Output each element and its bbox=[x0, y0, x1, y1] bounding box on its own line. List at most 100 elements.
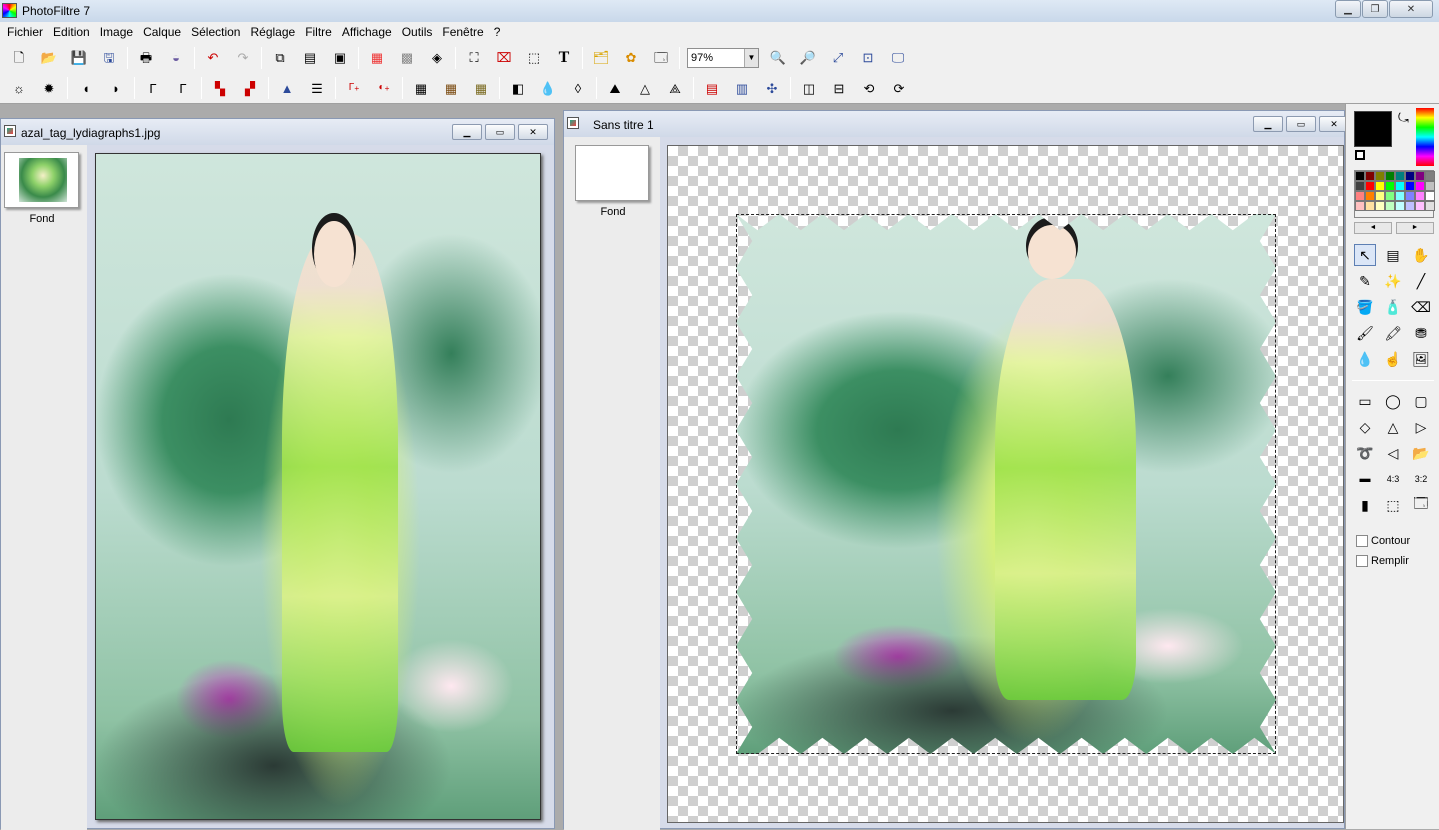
menu-fenetre[interactable]: Fenêtre bbox=[437, 25, 488, 39]
palette-swatch[interactable] bbox=[1405, 181, 1415, 191]
menu-selection[interactable]: Sélection bbox=[186, 25, 245, 39]
palette-swatch[interactable] bbox=[1355, 181, 1365, 191]
palette-swatch[interactable] bbox=[1405, 171, 1415, 181]
palette-swatch[interactable] bbox=[1365, 191, 1375, 201]
text-icon[interactable]: T bbox=[552, 46, 576, 70]
blur-icon[interactable]: ◧ bbox=[506, 76, 530, 100]
document-title-bar[interactable]: Sans titre 1 ▁ ▭ ✕ bbox=[564, 111, 1349, 137]
accent-icon[interactable]: △ bbox=[633, 76, 657, 100]
saturation-up-icon[interactable]: ▞ bbox=[238, 76, 262, 100]
palette-swatch[interactable] bbox=[1405, 201, 1415, 211]
rotate-left-icon[interactable]: ⟲ bbox=[857, 76, 881, 100]
fill-bucket-tool-icon[interactable]: 🪣 bbox=[1354, 296, 1376, 318]
save-as-icon[interactable]: 🖫 bbox=[97, 46, 121, 70]
gamma-up-icon[interactable]: Γ bbox=[171, 76, 195, 100]
actual-size-icon[interactable]: ⊡ bbox=[856, 46, 880, 70]
restore-button[interactable]: ❐ bbox=[1362, 0, 1388, 18]
curves-icon[interactable]: ☰ bbox=[305, 76, 329, 100]
emboss-icon[interactable]: ⛰ bbox=[603, 76, 627, 100]
reset-colors-icon[interactable] bbox=[1355, 150, 1365, 160]
soften-icon[interactable]: 💧 bbox=[536, 76, 560, 100]
copy-image-icon[interactable]: ⧉ bbox=[268, 46, 292, 70]
flip-horizontal-icon[interactable]: ◫ bbox=[797, 76, 821, 100]
ratio-vertical-icon[interactable]: ▮ bbox=[1354, 494, 1376, 516]
menu-help[interactable]: ? bbox=[489, 25, 506, 39]
selection-settings-icon[interactable]: 🗔 bbox=[1410, 494, 1432, 516]
diamond-shape-icon[interactable]: ◇ bbox=[1354, 416, 1376, 438]
ratio-4-3-icon[interactable]: 4:3 bbox=[1382, 468, 1404, 490]
auto-contrast-icon[interactable]: ◐ + bbox=[372, 76, 396, 100]
eyedropper-tool-icon[interactable]: ✎ bbox=[1354, 270, 1376, 292]
magic-wand-tool-icon[interactable]: ✨ bbox=[1382, 270, 1404, 292]
smudge-tool-icon[interactable]: ☝ bbox=[1382, 348, 1404, 370]
contrast-up-icon[interactable]: ◗ bbox=[104, 76, 128, 100]
menu-affichage[interactable]: Affichage bbox=[337, 25, 397, 39]
selection-marquee[interactable] bbox=[736, 214, 1276, 754]
gradient-icon[interactable]: ▦ bbox=[365, 46, 389, 70]
palette-swatch[interactable] bbox=[1375, 191, 1385, 201]
palette-swatch[interactable] bbox=[1355, 201, 1365, 211]
menu-edition[interactable]: Edition bbox=[48, 25, 95, 39]
fill-checkbox[interactable]: Remplir bbox=[1356, 555, 1409, 567]
levels-icon[interactable]: ▲ bbox=[275, 76, 299, 100]
undo-icon[interactable]: ↶ bbox=[201, 46, 225, 70]
crop-icon[interactable]: ⛶ bbox=[462, 46, 486, 70]
palette-swatch[interactable] bbox=[1415, 171, 1425, 181]
rotate-right-icon[interactable]: ⟳ bbox=[887, 76, 911, 100]
doc-minimize-button[interactable]: ▁ bbox=[452, 124, 482, 140]
zoom-out-icon[interactable]: 🔎 bbox=[796, 46, 820, 70]
zoom-select[interactable]: 97% ▼ bbox=[687, 47, 759, 68]
polygon-shape-icon[interactable]: ◁ bbox=[1382, 442, 1404, 464]
color-palette[interactable] bbox=[1354, 170, 1435, 218]
blur-tool-icon[interactable]: 💧 bbox=[1354, 348, 1376, 370]
paste-new-icon[interactable]: ▣ bbox=[328, 46, 352, 70]
variations-icon[interactable]: ✣ bbox=[760, 76, 784, 100]
color-filter-icon[interactable]: ▦ bbox=[469, 76, 493, 100]
stamp-tool-icon[interactable]: ⛃ bbox=[1410, 322, 1432, 344]
zoom-in-icon[interactable]: 🔍 bbox=[766, 46, 790, 70]
swap-colors-icon[interactable]: ⤿ bbox=[1398, 110, 1409, 126]
contrast-down-icon[interactable]: ◖ bbox=[74, 76, 98, 100]
foreground-color-swatch[interactable] bbox=[1354, 111, 1392, 147]
line-tool-icon[interactable]: ╱ bbox=[1410, 270, 1432, 292]
document-title-bar[interactable]: azal_tag_lydiagraphs1.jpg ▁ ▭ ✕ bbox=[1, 119, 554, 145]
doc-maximize-button[interactable]: ▭ bbox=[485, 124, 515, 140]
eraser-tool-icon[interactable]: ⌫ bbox=[1410, 296, 1432, 318]
doc-minimize-button[interactable]: ▁ bbox=[1253, 116, 1283, 132]
ratio-free-icon[interactable]: ▬ bbox=[1354, 468, 1376, 490]
palette-swatch[interactable] bbox=[1375, 181, 1385, 191]
ratio-3-2-icon[interactable]: 3:2 bbox=[1410, 468, 1432, 490]
rectangle-shape-icon[interactable]: ▭ bbox=[1354, 390, 1376, 412]
palette-swatch[interactable] bbox=[1425, 201, 1435, 211]
menu-reglage[interactable]: Réglage bbox=[245, 25, 300, 39]
palette-swatch[interactable] bbox=[1415, 191, 1425, 201]
new-file-icon[interactable]: 🗋 bbox=[7, 46, 31, 70]
doc-maximize-button[interactable]: ▭ bbox=[1286, 116, 1316, 132]
selection-icon[interactable]: ⬚ bbox=[522, 46, 546, 70]
palette-swatch[interactable] bbox=[1385, 191, 1395, 201]
layer-thumbnail[interactable] bbox=[4, 152, 79, 208]
explorer-icon[interactable]: 🗂 bbox=[589, 46, 613, 70]
palette-swatch[interactable] bbox=[1385, 181, 1395, 191]
palette-swatch[interactable] bbox=[1365, 201, 1375, 211]
brush-tool-icon[interactable]: 🖌 bbox=[1354, 322, 1376, 344]
palette-swatch[interactable] bbox=[1375, 201, 1385, 211]
sepia-icon[interactable]: ▦ bbox=[439, 76, 463, 100]
fullscreen-icon[interactable]: 🖵 bbox=[886, 46, 910, 70]
fill-checkbox-box[interactable] bbox=[1356, 555, 1368, 567]
palette-swatch[interactable] bbox=[1385, 201, 1395, 211]
pointer-tool-icon[interactable]: ↖ bbox=[1354, 244, 1376, 266]
brightness-down-icon[interactable]: ☼ bbox=[7, 76, 31, 100]
palette-swatch[interactable] bbox=[1425, 191, 1435, 201]
palette-swatch[interactable] bbox=[1355, 191, 1365, 201]
window-icon[interactable]: 🗔 bbox=[649, 46, 673, 70]
menu-filtre[interactable]: Filtre bbox=[300, 25, 337, 39]
menu-image[interactable]: Image bbox=[95, 25, 138, 39]
paste-image-icon[interactable]: ▤ bbox=[298, 46, 322, 70]
image-canvas[interactable] bbox=[667, 145, 1344, 823]
menu-outils[interactable]: Outils bbox=[397, 25, 438, 39]
palette-swatch[interactable] bbox=[1395, 191, 1405, 201]
open-shape-icon[interactable]: 📂 bbox=[1410, 442, 1432, 464]
transform-selection-icon[interactable]: ⬚ bbox=[1382, 494, 1404, 516]
deform-icon[interactable]: ◈ bbox=[425, 46, 449, 70]
